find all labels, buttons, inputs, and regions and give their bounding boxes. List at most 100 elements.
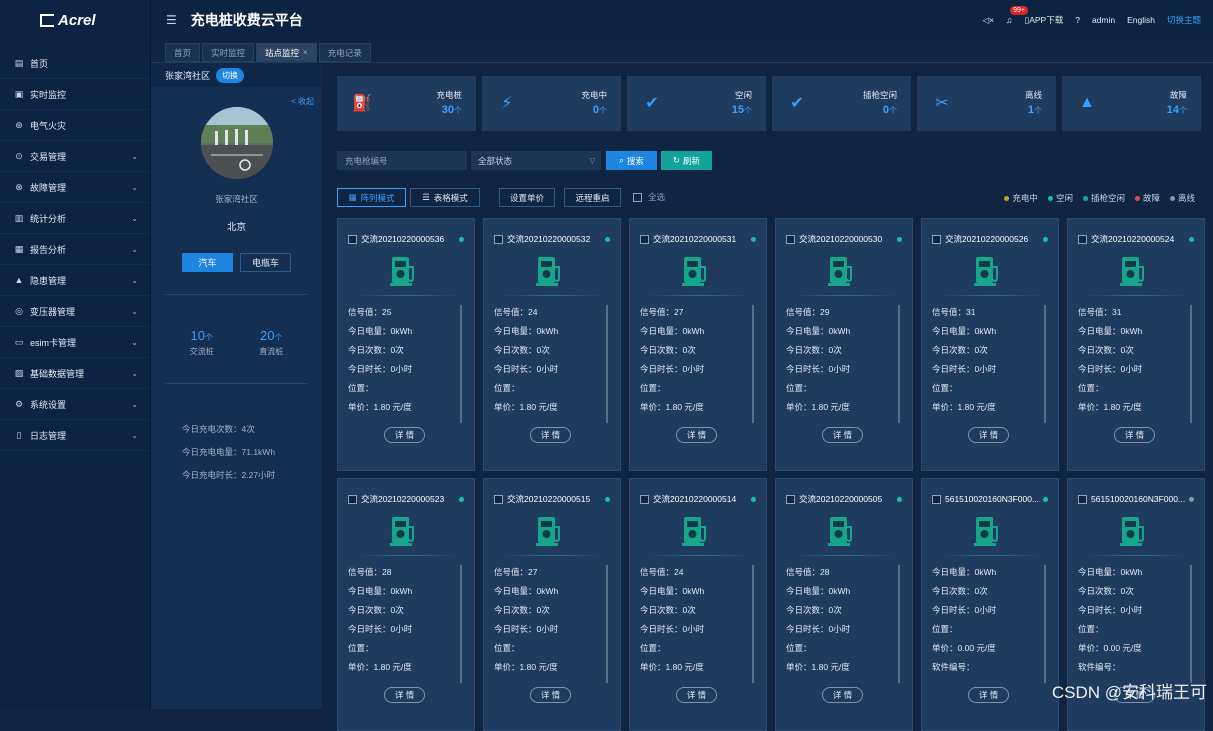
tab-item[interactable]: 站点监控 × — [256, 43, 317, 62]
pile-card[interactable]: 交流20210220000524 信号值：31 今日电量：0kWh 今日次数：0次 今日… — [1067, 218, 1205, 471]
pile-checkbox[interactable] — [786, 234, 795, 244]
scrollbar[interactable] — [1044, 565, 1046, 683]
legend-item: 充电中 — [1004, 192, 1038, 204]
detail-button[interactable]: 详 情 — [968, 427, 1009, 443]
stat-label: 充电中 — [581, 90, 607, 100]
detail-button[interactable]: 详 情 — [384, 687, 425, 703]
today-summary: 今日充电次数：4次 今日充电电量：71.1kWh 今日充电时长：2.27小时 — [182, 418, 275, 487]
pile-info: 信号值：24 今日电量：0kWh 今日次数：0次 今日时长：0小时 位置： 单价：1.80… — [494, 303, 558, 417]
pile-checkbox[interactable] — [932, 234, 941, 244]
remote-restart-button[interactable]: 远程重启 — [564, 188, 621, 207]
pile-checkbox[interactable] — [640, 234, 649, 244]
pile-checkbox[interactable] — [494, 234, 503, 244]
sidebar-item[interactable]: ⊙ 交易管理 ⌄ — [0, 141, 150, 172]
sidebar-item[interactable]: ▦ 报告分析 ⌄ — [0, 234, 150, 265]
app-download-link[interactable]: ▯APP下载 — [1025, 14, 1064, 26]
logo-text: Acrel — [58, 11, 96, 29]
detail-button[interactable]: 详 情 — [822, 687, 863, 703]
pile-card[interactable]: 交流20210220000523 信号值：28 今日电量：0kWh 今日次数：0次 今日… — [337, 478, 475, 731]
scrollbar[interactable] — [460, 305, 462, 423]
scrollbar[interactable] — [1044, 305, 1046, 423]
set-price-button[interactable]: 设置单价 — [499, 188, 555, 207]
scrollbar[interactable] — [898, 305, 900, 423]
ebike-type-button[interactable]: 电瓶车 — [240, 253, 291, 272]
table-mode-button[interactable]: ☰ 表格模式 — [410, 188, 480, 207]
status-dot — [897, 237, 902, 242]
chevron-down-icon: ⌄ — [131, 275, 138, 285]
select-all[interactable]: 全选 — [633, 191, 665, 203]
detail-button[interactable]: 详 情 — [530, 427, 571, 443]
scrollbar[interactable] — [606, 305, 608, 423]
collapse-link[interactable]: < 收起 — [291, 96, 314, 107]
pile-info-line: 单价：1.80 元/度 — [786, 402, 850, 412]
language-switch[interactable]: English — [1127, 15, 1155, 25]
sidebar-item[interactable]: ▨ 基础数据管理 ⌄ — [0, 358, 150, 389]
search-button[interactable]: ⌕ 搜索 — [606, 151, 657, 170]
pile-card[interactable]: 交流20210220000526 信号值：31 今日电量：0kWh 今日次数：0次 今日… — [921, 218, 1059, 471]
pile-number-input[interactable]: 充电枪编号 — [337, 151, 467, 170]
detail-button[interactable]: 详 情 — [676, 687, 717, 703]
logo[interactable]: Acrel — [0, 0, 150, 40]
array-mode-button[interactable]: ▦ 阵列模式 — [337, 188, 406, 207]
status-select[interactable]: 全部状态 ▽ — [471, 151, 601, 170]
pile-checkbox[interactable] — [494, 494, 503, 504]
pile-checkbox[interactable] — [932, 494, 941, 504]
pile-checkbox[interactable] — [1078, 494, 1087, 504]
legend-label: 空闲 — [1055, 193, 1073, 203]
pile-checkbox[interactable] — [348, 494, 357, 504]
tab-item[interactable]: 充电记录 — [318, 43, 371, 62]
scrollbar[interactable] — [1190, 305, 1192, 423]
pile-checkbox[interactable] — [348, 234, 357, 244]
tab-item[interactable]: 实时监控 — [202, 43, 255, 62]
mute-icon[interactable]: ◁× — [983, 15, 995, 26]
chevron-down-icon: ⌄ — [131, 244, 138, 254]
sidebar-item[interactable]: ▭ esim卡管理 ⌄ — [0, 327, 150, 358]
scrollbar[interactable] — [460, 565, 462, 683]
scrollbar[interactable] — [752, 565, 754, 683]
pile-card[interactable]: 交流20210220000514 信号值：24 今日电量：0kWh 今日次数：0次 今日… — [629, 478, 767, 731]
refresh-button[interactable]: ↻ 刷新 — [661, 151, 712, 170]
sidebar-item[interactable]: ⊛ 电气火灾 — [0, 110, 150, 141]
close-icon[interactable]: × — [303, 48, 308, 57]
pile-card[interactable]: 交流20210220000530 信号值：29 今日电量：0kWh 今日次数：0次 今日… — [775, 218, 913, 471]
pile-checkbox[interactable] — [640, 494, 649, 504]
pile-card-header: 交流20210220000524 — [1068, 229, 1204, 249]
scrollbar[interactable] — [752, 305, 754, 423]
sidebar-item[interactable]: ⚙ 系统设置 ⌄ — [0, 389, 150, 420]
user-menu[interactable]: admin — [1092, 15, 1115, 25]
detail-button[interactable]: 详 情 — [968, 687, 1009, 703]
pile-card[interactable]: 交流20210220000515 信号值：27 今日电量：0kWh 今日次数：0次 今日… — [483, 478, 621, 731]
tab-item[interactable]: 首页 — [165, 43, 201, 62]
pile-card[interactable]: 交流20210220000505 信号值：28 今日电量：0kWh 今日次数：0次 今日… — [775, 478, 913, 731]
scrollbar[interactable] — [898, 565, 900, 683]
scrollbar[interactable] — [1190, 565, 1192, 683]
pile-card[interactable]: 交流20210220000532 信号值：24 今日电量：0kWh 今日次数：0次 今日… — [483, 218, 621, 471]
sidebar-item[interactable]: ▯ 日志管理 ⌄ — [0, 420, 150, 451]
detail-button[interactable]: 详 情 — [530, 687, 571, 703]
pile-checkbox[interactable] — [1078, 234, 1087, 244]
help-icon[interactable]: ? — [1075, 15, 1080, 25]
pile-checkbox[interactable] — [786, 494, 795, 504]
scrollbar[interactable] — [606, 565, 608, 683]
detail-button[interactable]: 详 情 — [1114, 427, 1155, 443]
switch-theme-link[interactable]: 切换主题 — [1167, 14, 1201, 26]
sidebar-item[interactable]: ▣ 实时监控 — [0, 79, 150, 110]
select-all-checkbox[interactable] — [633, 192, 642, 202]
station-photo-graphic — [201, 107, 273, 179]
pile-card[interactable]: 交流20210220000536 信号值：25 今日电量：0kWh 今日次数：0次 今日… — [337, 218, 475, 471]
car-type-button[interactable]: 汽车 — [182, 253, 233, 272]
pile-card[interactable]: 561510020160N3F000... 今日电量：0kWh 今日次数：0次 今日时… — [921, 478, 1059, 731]
notification-button[interactable]: ♫ 99+ — [1006, 6, 1028, 25]
detail-button[interactable]: 详 情 — [676, 427, 717, 443]
sidebar-item[interactable]: ▲ 隐患管理 ⌄ — [0, 265, 150, 296]
pile-info-line: 位置： — [348, 383, 374, 393]
sidebar-item[interactable]: ⊗ 故障管理 ⌄ — [0, 172, 150, 203]
sidebar-item[interactable]: ▤ 首页 — [0, 48, 150, 79]
sidebar-item[interactable]: ◎ 变压器管理 ⌄ — [0, 296, 150, 327]
pile-card[interactable]: 交流20210220000531 信号值：27 今日电量：0kWh 今日次数：0次 今日… — [629, 218, 767, 471]
detail-button[interactable]: 详 情 — [384, 427, 425, 443]
detail-button[interactable]: 详 情 — [822, 427, 863, 443]
switch-station-button[interactable]: 切换 — [216, 67, 245, 83]
sidebar-item[interactable]: ▥ 统计分析 ⌄ — [0, 203, 150, 234]
menu-toggle-icon[interactable]: ☰ — [166, 13, 177, 27]
